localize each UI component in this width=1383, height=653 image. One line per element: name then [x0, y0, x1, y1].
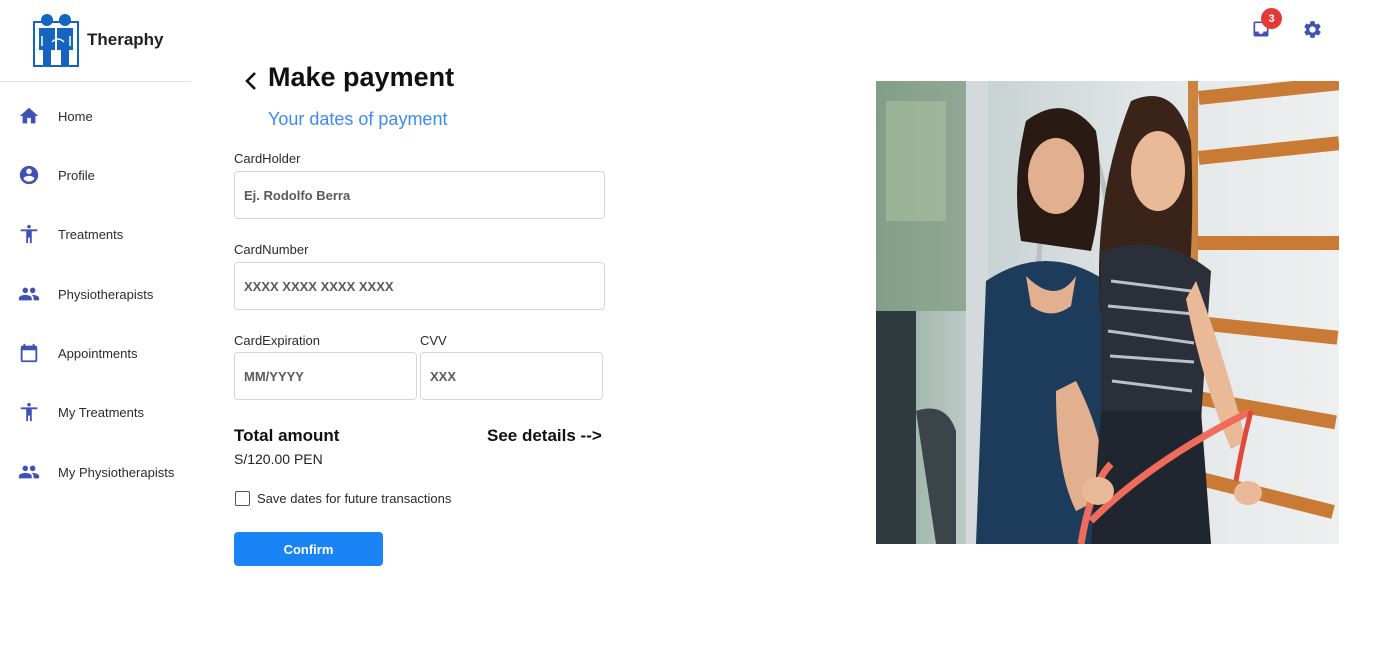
calendar-icon [18, 342, 40, 364]
physiotherapist-with-patient-image [876, 81, 1339, 544]
sidebar: Theraphy Home Profile Treatments Physiot… [0, 0, 191, 653]
back-button[interactable] [240, 68, 262, 94]
settings-button[interactable] [1302, 19, 1323, 40]
account-circle-icon [18, 164, 40, 186]
gear-icon [1304, 21, 1321, 38]
cardholder-label: CardHolder [234, 151, 301, 166]
people-icon [18, 461, 40, 483]
sidebar-item-label: Treatments [58, 226, 124, 242]
sidebar-item-label: My Treatments [58, 404, 144, 420]
save-dates-checkbox[interactable] [235, 491, 250, 506]
home-icon [18, 105, 40, 127]
sidebar-item-physiotherapists[interactable]: Physiotherapists [0, 274, 191, 314]
card-number-input[interactable] [234, 262, 605, 310]
app-name: Theraphy [87, 30, 164, 49]
cvv-label: CVV [420, 333, 447, 348]
sidebar-item-profile[interactable]: Profile [0, 155, 191, 195]
total-amount-label: Total amount [234, 426, 340, 445]
sidebar-item-label: Home [58, 108, 93, 124]
total-amount-value: S/120.00 PEN [234, 451, 323, 467]
sidebar-item-label: My Physiotherapists [58, 464, 175, 480]
page-subtitle: Your dates of payment [268, 109, 448, 129]
card-expiration-input[interactable] [234, 352, 417, 400]
save-dates-label: Save dates for future transactions [257, 491, 452, 506]
card-expiration-label: CardExpiration [234, 333, 320, 348]
sidebar-item-my-physiotherapists[interactable]: My Physiotherapists [0, 452, 191, 492]
sidebar-item-label: Profile [58, 167, 95, 183]
sidebar-item-label: Physiotherapists [58, 286, 154, 302]
sidebar-item-label: Appointments [58, 345, 138, 361]
sidebar-item-home[interactable]: Home [0, 96, 191, 136]
cardholder-input[interactable] [234, 171, 605, 219]
confirm-button[interactable]: Confirm [234, 532, 383, 566]
notification-count-badge: 3 [1261, 8, 1282, 29]
sidebar-divider [0, 81, 191, 82]
sidebar-item-my-treatments[interactable]: My Treatments [0, 392, 191, 432]
cvv-input[interactable] [420, 352, 603, 400]
logo-mark-icon [33, 14, 79, 67]
accessibility-icon [18, 223, 40, 245]
sidebar-item-appointments[interactable]: Appointments [0, 333, 191, 373]
chevron-left-icon [245, 72, 256, 90]
see-details-link[interactable]: See details --> [487, 426, 602, 446]
page-title: Make payment [268, 62, 455, 92]
card-number-label: CardNumber [234, 242, 309, 257]
accessibility-icon [18, 401, 40, 423]
people-icon [18, 283, 40, 305]
physiotherapy-photo [876, 81, 1339, 544]
sidebar-item-treatments[interactable]: Treatments [0, 214, 191, 254]
app-logo[interactable]: Theraphy [32, 12, 164, 68]
